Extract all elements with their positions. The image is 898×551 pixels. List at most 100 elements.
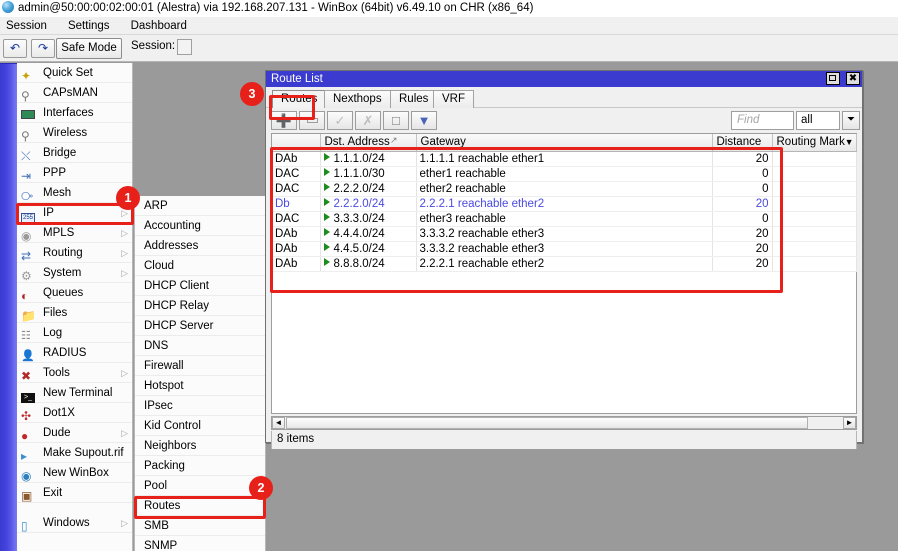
- comment-icon[interactable]: ☐: [383, 111, 409, 130]
- session-input[interactable]: [177, 39, 192, 55]
- sidebar-item-new-terminal[interactable]: >_New Terminal: [17, 383, 132, 403]
- sidebar-item-routing[interactable]: ⇄Routing▷: [17, 243, 132, 263]
- sidebar-item-wireless[interactable]: ⚲Wireless: [17, 123, 132, 143]
- sidebar-item-log[interactable]: ☷Log: [17, 323, 132, 343]
- sidebar-item-queues[interactable]: ◐Queues: [17, 283, 132, 303]
- submenu-item-dns[interactable]: DNS: [135, 336, 265, 356]
- submenu-item-routes[interactable]: Routes: [135, 496, 265, 516]
- window-title: admin@50:00:00:02:00:01 (Alestra) via 19…: [18, 2, 533, 14]
- sidebar-item-interfaces[interactable]: Interfaces: [17, 103, 132, 123]
- funnel-icon[interactable]: ▼: [411, 111, 437, 130]
- search-input[interactable]: Find: [731, 111, 794, 130]
- submenu-item-dhcp-relay[interactable]: DHCP Relay: [135, 296, 265, 316]
- col-dst-address[interactable]: Dst. Address ↗: [320, 134, 416, 151]
- redo-arrow-icon[interactable]: ↷: [31, 39, 55, 58]
- menu-item-session[interactable]: Session: [0, 17, 56, 35]
- arrow-left-icon[interactable]: ◄: [272, 417, 285, 429]
- sidebar-item-quick-set[interactable]: ✦Quick Set: [17, 63, 132, 83]
- table-row[interactable]: DAb1.1.1.0/241.1.1.1 reachable ether120: [272, 151, 856, 166]
- submenu-item-arp[interactable]: ARP: [135, 196, 265, 216]
- table-row[interactable]: Db2.2.2.0/242.2.2.1 reachable ether220: [272, 196, 856, 211]
- submenu-item-snmp[interactable]: SNMP: [135, 536, 265, 551]
- close-icon[interactable]: ✖: [846, 72, 860, 85]
- arrow-right-icon[interactable]: ►: [843, 417, 856, 429]
- col-flags[interactable]: [272, 134, 320, 151]
- sidebar-item-mesh[interactable]: ⧂Mesh: [17, 183, 132, 203]
- sidebar-item-label: Interfaces: [43, 107, 94, 119]
- tab-rules[interactable]: Rules: [390, 90, 437, 108]
- sidebar-item-ip[interactable]: 255IP▷: [17, 203, 132, 223]
- sidebar-item-capsman[interactable]: ⚲CAPsMAN: [17, 83, 132, 103]
- cell-flags: DAb: [272, 226, 320, 241]
- cell-routing-mark: [772, 241, 856, 256]
- submenu-item-smb[interactable]: SMB: [135, 516, 265, 536]
- sidebar-item-make-supout-rif[interactable]: ▸Make Supout.rif: [17, 443, 132, 463]
- submenu-item-accounting[interactable]: Accounting: [135, 216, 265, 236]
- route-list-toolbar: ➕ ✓ ✗ ☐ ▼ Find all ⏷: [266, 109, 862, 132]
- sidebar-item-system[interactable]: ⚙System▷: [17, 263, 132, 283]
- scope-select[interactable]: all: [796, 111, 840, 130]
- cell-gateway: 2.2.2.1 reachable ether2: [416, 196, 712, 211]
- cell-gateway: ether3 reachable: [416, 211, 712, 226]
- submenu-item-addresses[interactable]: Addresses: [135, 236, 265, 256]
- chevron-right-icon: ▷: [121, 223, 128, 243]
- submenu-item-neighbors[interactable]: Neighbors: [135, 436, 265, 456]
- submenu-item-hotspot[interactable]: Hotspot: [135, 376, 265, 396]
- tab-vrf[interactable]: VRF: [433, 90, 474, 108]
- submenu-item-cloud[interactable]: Cloud: [135, 256, 265, 276]
- route-list-window: Route List ✖ Routes Nexthops Rules VRF ➕…: [265, 70, 863, 443]
- tab-nexthops[interactable]: Nexthops: [324, 90, 391, 108]
- menu-item-dashboard[interactable]: Dashboard: [122, 17, 196, 35]
- plus-icon[interactable]: ➕: [271, 111, 297, 130]
- sidebar-item-dot1x[interactable]: ✣Dot1X: [17, 403, 132, 423]
- sidebar-item-label: System: [43, 267, 81, 279]
- sidebar-item-ppp[interactable]: ⇥PPP: [17, 163, 132, 183]
- maximize-icon[interactable]: [826, 72, 840, 85]
- sidebar-item-exit[interactable]: ▣Exit: [17, 483, 132, 503]
- col-gateway[interactable]: Gateway: [416, 134, 712, 151]
- sidebar-item-radius[interactable]: 👤RADIUS: [17, 343, 132, 363]
- sidebar-item-mpls[interactable]: ◉MPLS▷: [17, 223, 132, 243]
- undo-arrow-icon[interactable]: ↶: [3, 39, 27, 58]
- tab-routes[interactable]: Routes: [272, 90, 326, 108]
- column-chooser-icon[interactable]: ▼: [845, 137, 854, 147]
- table-row[interactable]: DAC3.3.3.0/24ether3 reachable0: [272, 211, 856, 226]
- winbox-globe-icon: [2, 1, 14, 13]
- safe-mode-button[interactable]: Safe Mode: [56, 38, 122, 59]
- sidebar-item-new-winbox[interactable]: ◉New WinBox: [17, 463, 132, 483]
- sidebar-item-tools[interactable]: ✖Tools▷: [17, 363, 132, 383]
- submenu-item-ipsec[interactable]: IPsec: [135, 396, 265, 416]
- routes-table-container[interactable]: Dst. Address ↗ Gateway Distance Routing …: [271, 133, 857, 414]
- check-icon[interactable]: ✓: [327, 111, 353, 130]
- sidebar-item-dude[interactable]: ●Dude▷: [17, 423, 132, 443]
- chevron-down-icon[interactable]: ⏷: [842, 111, 860, 130]
- table-row[interactable]: DAb8.8.8.0/242.2.2.1 reachable ether220: [272, 256, 856, 271]
- col-distance[interactable]: Distance: [712, 134, 772, 151]
- menu-item-settings[interactable]: Settings: [59, 17, 119, 35]
- table-row[interactable]: DAC2.2.2.0/24ether2 reachable0: [272, 181, 856, 196]
- sidebar-item-label: New WinBox: [43, 467, 109, 479]
- submenu-item-kid-control[interactable]: Kid Control: [135, 416, 265, 436]
- sidebar-item-files[interactable]: 📁Files: [17, 303, 132, 323]
- horizontal-scrollbar[interactable]: ◄ ►: [271, 416, 857, 430]
- cell-dst-address: 1.1.1.0/30: [320, 166, 416, 181]
- minus-icon[interactable]: [299, 111, 325, 130]
- submenu-item-dhcp-server[interactable]: DHCP Server: [135, 316, 265, 336]
- table-row[interactable]: DAb4.4.4.0/243.3.3.2 reachable ether320: [272, 226, 856, 241]
- table-row[interactable]: DAb4.4.5.0/243.3.3.2 reachable ether320: [272, 241, 856, 256]
- sidebar-item-windows[interactable]: ▯Windows▷: [17, 513, 132, 533]
- submenu-item-pool[interactable]: Pool: [135, 476, 265, 496]
- sidebar-item-label: Dude: [43, 427, 71, 439]
- submenu-item-firewall[interactable]: Firewall: [135, 356, 265, 376]
- col-routing-mark[interactable]: Routing Mark ▼: [772, 134, 856, 151]
- scrollbar-thumb[interactable]: [286, 417, 808, 429]
- submenu-item-dhcp-client[interactable]: DHCP Client: [135, 276, 265, 296]
- sidebar-item-bridge[interactable]: ⤬Bridge: [17, 143, 132, 163]
- main-toolbar: ↶ ↷ Safe Mode Session:: [0, 35, 898, 62]
- table-row[interactable]: DAC1.1.1.0/30ether1 reachable0: [272, 166, 856, 181]
- cross-icon[interactable]: ✗: [355, 111, 381, 130]
- route-active-triangle-icon: [324, 198, 330, 206]
- submenu-item-packing[interactable]: Packing: [135, 456, 265, 476]
- cell-distance: 20: [712, 151, 772, 166]
- chevron-right-icon: ▷: [121, 513, 128, 533]
